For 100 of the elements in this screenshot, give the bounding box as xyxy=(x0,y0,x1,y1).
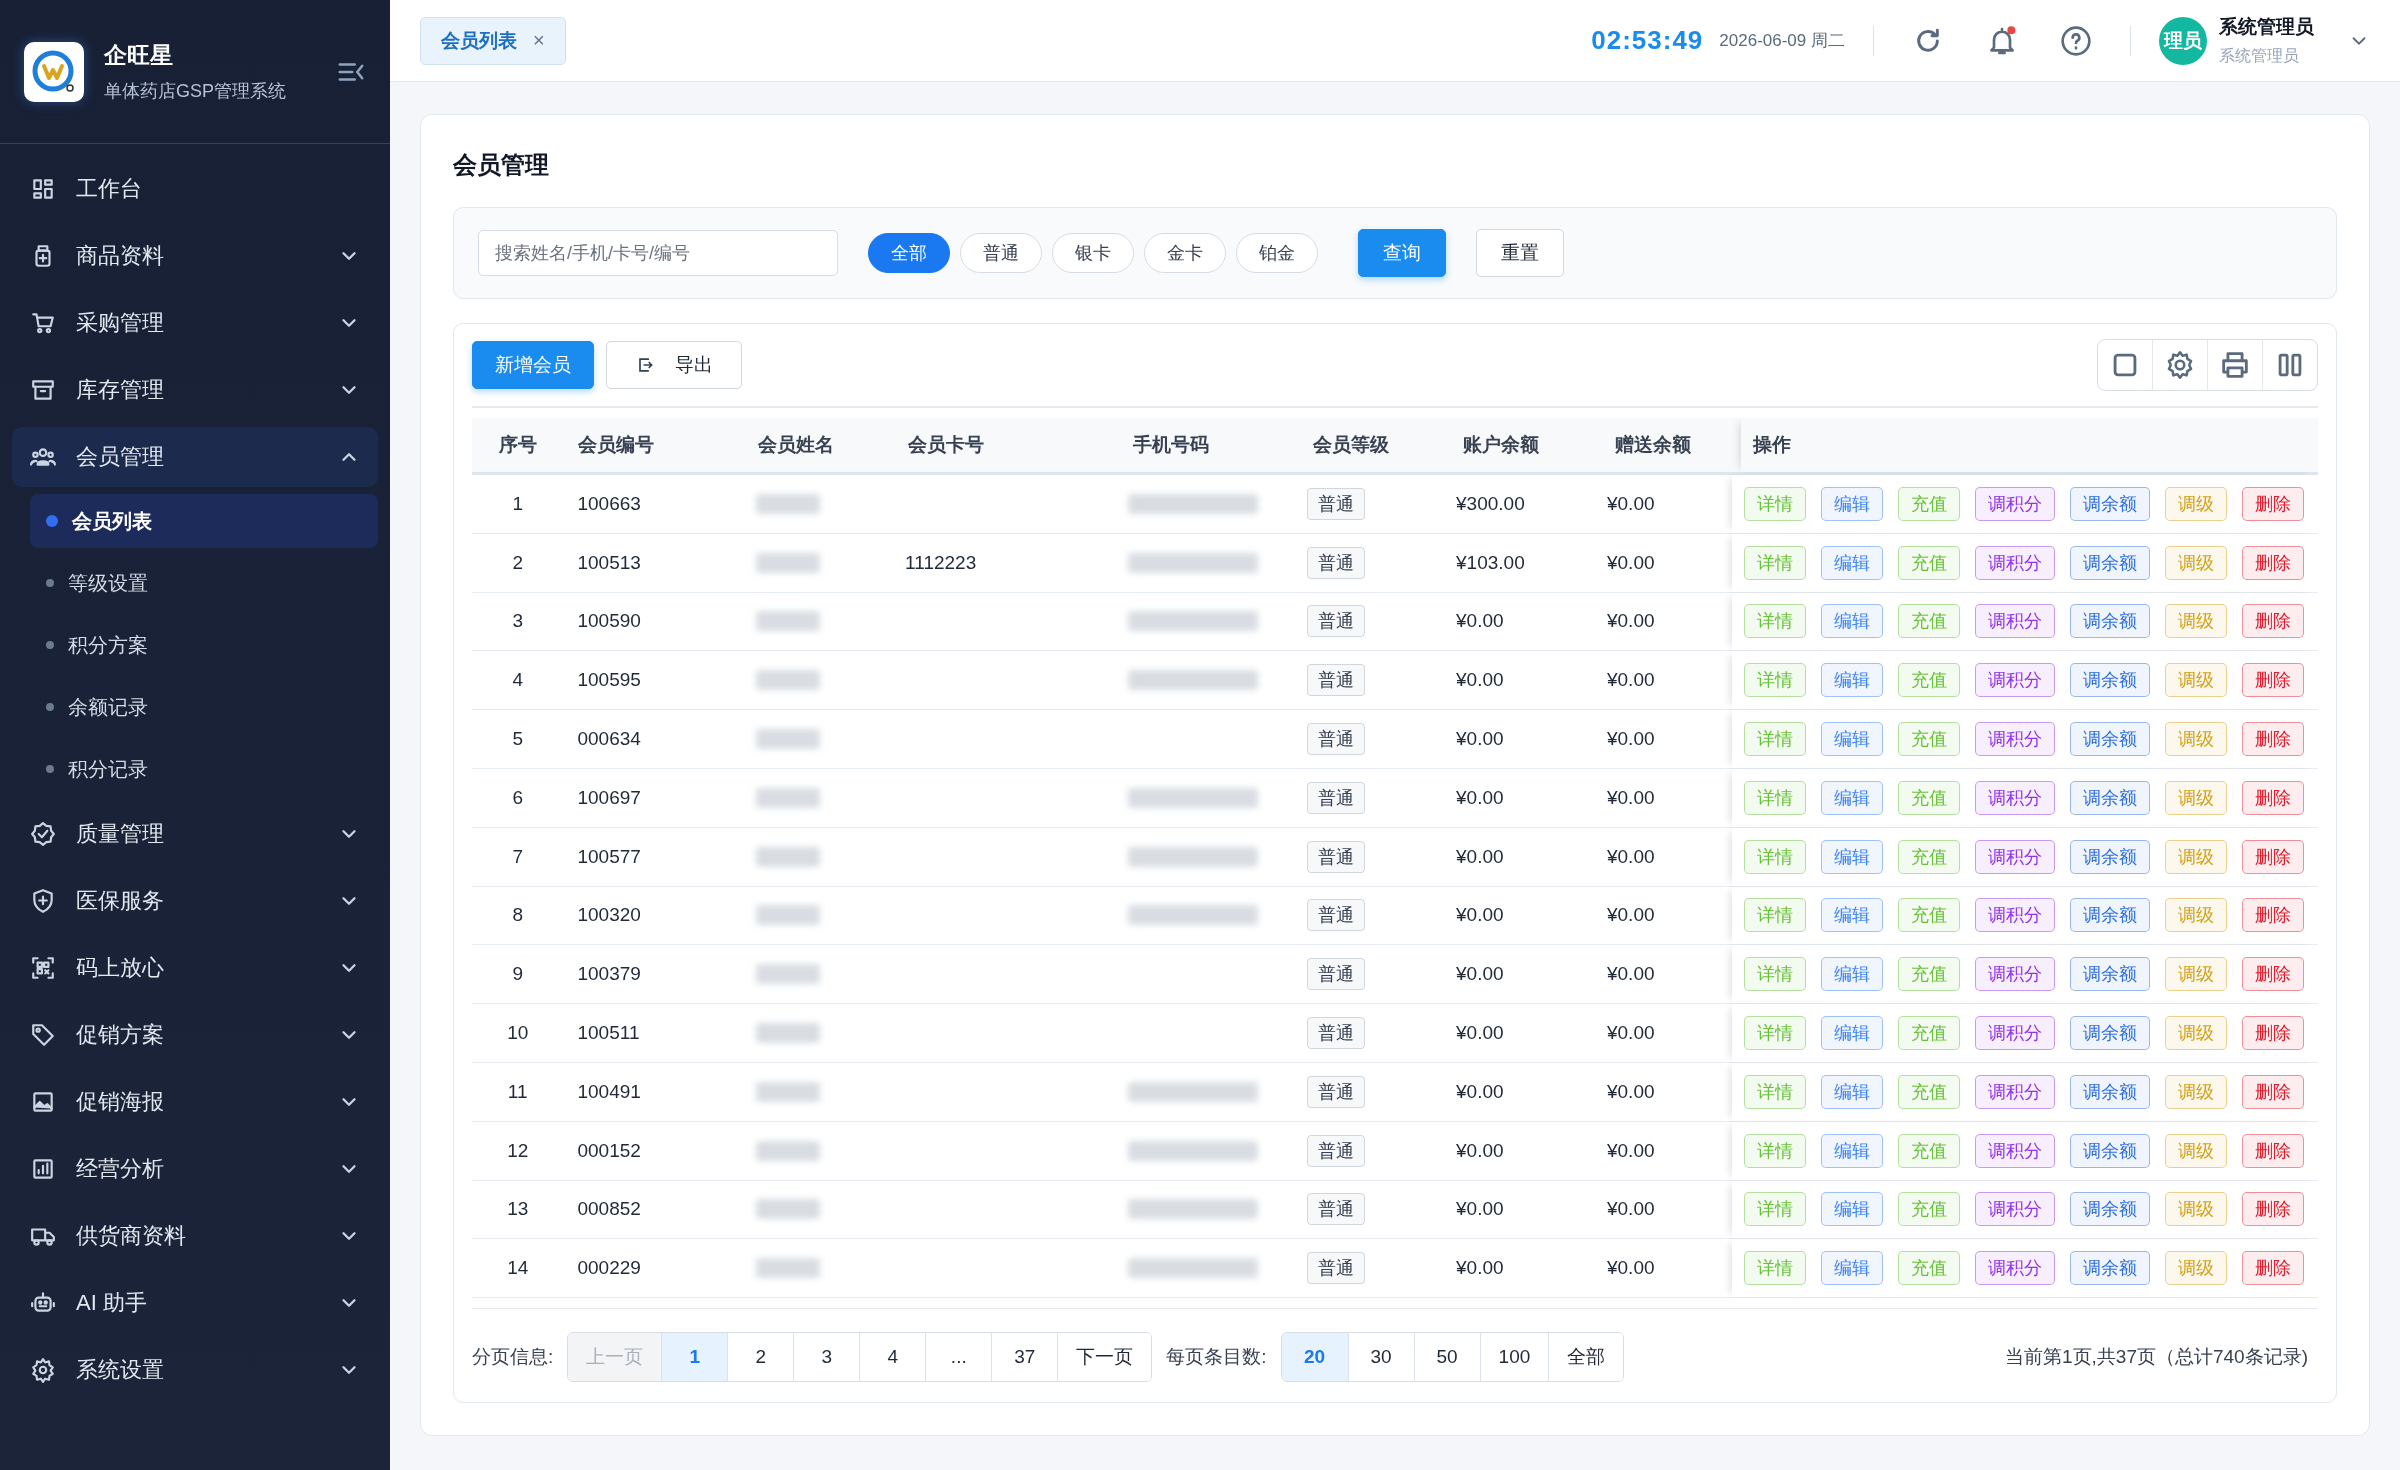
sidebar-item[interactable]: AI 助手 xyxy=(12,1273,378,1333)
export-button[interactable]: 导出 xyxy=(606,341,742,389)
row-action-button[interactable]: 调余额 xyxy=(2070,1192,2150,1227)
row-action-button[interactable]: 调积分 xyxy=(1975,1074,2055,1109)
sidebar-item[interactable]: 会员管理 xyxy=(12,427,378,487)
row-action-button[interactable]: 充值 xyxy=(1898,1016,1960,1051)
row-action-button[interactable]: 详情 xyxy=(1744,545,1806,580)
sidebar-subitem[interactable]: 等级设置 xyxy=(30,556,378,610)
row-action-button[interactable]: 调余额 xyxy=(2070,1074,2150,1109)
sidebar-item[interactable]: 商品资料 xyxy=(12,226,378,286)
sidebar-item[interactable]: 码上放心 xyxy=(12,938,378,998)
row-action-button[interactable]: 详情 xyxy=(1744,780,1806,815)
row-action-button[interactable]: 调级 xyxy=(2165,722,2227,757)
add-member-button[interactable]: 新增会员 xyxy=(472,341,594,389)
search-field[interactable]: 搜索姓名/手机/卡号/编号 xyxy=(478,230,838,276)
row-action-button[interactable]: 调级 xyxy=(2165,898,2227,933)
row-action-button[interactable]: 调余额 xyxy=(2070,545,2150,580)
row-action-button[interactable]: 详情 xyxy=(1744,1016,1806,1051)
row-action-button[interactable]: 编辑 xyxy=(1821,780,1883,815)
row-action-button[interactable]: 调积分 xyxy=(1975,1192,2055,1227)
row-action-button[interactable]: 详情 xyxy=(1744,898,1806,933)
row-action-button[interactable]: 充值 xyxy=(1898,1192,1960,1227)
row-action-button[interactable]: 调积分 xyxy=(1975,898,2055,933)
row-action-button[interactable]: 编辑 xyxy=(1821,604,1883,639)
row-action-button[interactable]: 充值 xyxy=(1898,545,1960,580)
row-action-button[interactable]: 删除 xyxy=(2242,1074,2304,1109)
row-action-button[interactable]: 调余额 xyxy=(2070,604,2150,639)
sidebar-item[interactable]: 促销方案 xyxy=(12,1005,378,1065)
row-action-button[interactable]: 编辑 xyxy=(1821,1133,1883,1168)
row-action-button[interactable]: 删除 xyxy=(2242,722,2304,757)
level-filter-chip[interactable]: 铂金 xyxy=(1236,233,1318,273)
sidebar-subitem[interactable]: 积分方案 xyxy=(30,618,378,672)
row-action-button[interactable]: 调积分 xyxy=(1975,1133,2055,1168)
level-filter-chip[interactable]: 普通 xyxy=(960,233,1042,273)
row-action-button[interactable]: 调积分 xyxy=(1975,1016,2055,1051)
row-action-button[interactable]: 详情 xyxy=(1744,663,1806,698)
row-action-button[interactable]: 详情 xyxy=(1744,839,1806,874)
page-button[interactable]: 1 xyxy=(661,1333,728,1381)
row-action-button[interactable]: 编辑 xyxy=(1821,898,1883,933)
row-action-button[interactable]: 调余额 xyxy=(2070,780,2150,815)
row-action-button[interactable]: 详情 xyxy=(1744,1133,1806,1168)
row-action-button[interactable]: 调积分 xyxy=(1975,545,2055,580)
sidebar-item[interactable]: 促销海报 xyxy=(12,1072,378,1132)
sidebar-item[interactable]: 库存管理 xyxy=(12,360,378,420)
row-action-button[interactable]: 调积分 xyxy=(1975,486,2055,521)
sidebar-item[interactable]: 经营分析 xyxy=(12,1139,378,1199)
row-action-button[interactable]: 调级 xyxy=(2165,545,2227,580)
row-action-button[interactable]: 删除 xyxy=(2242,1251,2304,1286)
row-action-button[interactable]: 调余额 xyxy=(2070,1016,2150,1051)
sidebar-item[interactable]: 医保服务 xyxy=(12,871,378,931)
row-action-button[interactable]: 调级 xyxy=(2165,1192,2227,1227)
row-action-button[interactable]: 调余额 xyxy=(2070,957,2150,992)
sidebar-item[interactable]: 采购管理 xyxy=(12,293,378,353)
row-action-button[interactable]: 调积分 xyxy=(1975,604,2055,639)
row-action-button[interactable]: 充值 xyxy=(1898,839,1960,874)
row-action-button[interactable]: 充值 xyxy=(1898,722,1960,757)
row-action-button[interactable]: 删除 xyxy=(2242,1016,2304,1051)
row-action-button[interactable]: 删除 xyxy=(2242,604,2304,639)
sidebar-item[interactable]: 质量管理 xyxy=(12,804,378,864)
row-action-button[interactable]: 编辑 xyxy=(1821,957,1883,992)
row-action-button[interactable]: 充值 xyxy=(1898,957,1960,992)
row-action-button[interactable]: 调余额 xyxy=(2070,1251,2150,1286)
row-action-button[interactable]: 详情 xyxy=(1744,957,1806,992)
row-action-button[interactable]: 充值 xyxy=(1898,604,1960,639)
row-action-button[interactable]: 调积分 xyxy=(1975,780,2055,815)
row-action-button[interactable]: 删除 xyxy=(2242,839,2304,874)
row-action-button[interactable]: 编辑 xyxy=(1821,545,1883,580)
row-action-button[interactable]: 充值 xyxy=(1898,486,1960,521)
row-action-button[interactable]: 编辑 xyxy=(1821,1074,1883,1109)
sidebar-subitem[interactable]: 会员列表 xyxy=(30,494,378,548)
page-button[interactable]: 下一页 xyxy=(1057,1333,1152,1381)
level-filter-chip[interactable]: 银卡 xyxy=(1052,233,1134,273)
row-action-button[interactable]: 充值 xyxy=(1898,1074,1960,1109)
row-action-button[interactable]: 编辑 xyxy=(1821,722,1883,757)
row-action-button[interactable]: 详情 xyxy=(1744,604,1806,639)
row-action-button[interactable]: 充值 xyxy=(1898,1251,1960,1286)
row-action-button[interactable]: 调余额 xyxy=(2070,839,2150,874)
row-action-button[interactable]: 调积分 xyxy=(1975,839,2055,874)
row-action-button[interactable]: 调余额 xyxy=(2070,663,2150,698)
row-action-button[interactable]: 删除 xyxy=(2242,780,2304,815)
page-size-button[interactable]: 20 xyxy=(1281,1333,1348,1381)
row-action-button[interactable]: 调积分 xyxy=(1975,957,2055,992)
sidebar-subitem[interactable]: 余额记录 xyxy=(30,680,378,734)
reset-button[interactable]: 重置 xyxy=(1476,229,1564,277)
row-action-button[interactable]: 充值 xyxy=(1898,780,1960,815)
row-action-button[interactable]: 删除 xyxy=(2242,898,2304,933)
level-filter-chip[interactable]: 全部 xyxy=(868,233,950,273)
row-action-button[interactable]: 编辑 xyxy=(1821,1016,1883,1051)
row-action-button[interactable]: 调余额 xyxy=(2070,486,2150,521)
row-action-button[interactable]: 编辑 xyxy=(1821,486,1883,521)
sidebar-item[interactable]: 供货商资料 xyxy=(12,1206,378,1266)
page-size-button[interactable]: 全部 xyxy=(1548,1333,1624,1381)
sidebar-subitem[interactable]: 积分记录 xyxy=(30,742,378,796)
row-action-button[interactable]: 充值 xyxy=(1898,1133,1960,1168)
query-button[interactable]: 查询 xyxy=(1358,229,1446,277)
row-action-button[interactable]: 调级 xyxy=(2165,1016,2227,1051)
row-action-button[interactable]: 详情 xyxy=(1744,1074,1806,1109)
row-action-button[interactable]: 调级 xyxy=(2165,1251,2227,1286)
row-action-button[interactable]: 调级 xyxy=(2165,663,2227,698)
row-action-button[interactable]: 详情 xyxy=(1744,1192,1806,1227)
